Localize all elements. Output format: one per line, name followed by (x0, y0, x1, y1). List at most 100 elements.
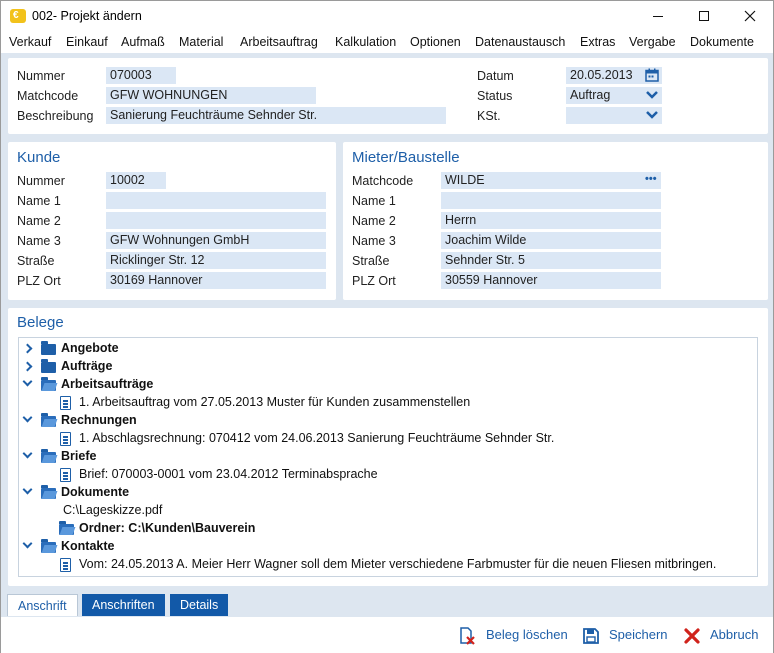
menu-dokumente[interactable]: Dokumente (690, 35, 754, 49)
chevron-down-icon[interactable] (22, 412, 33, 423)
mieter-plzort-field[interactable]: 30559 Hannover (441, 272, 661, 289)
menu-kalkulation[interactable]: Kalkulation (335, 35, 396, 49)
beschreibung-label: Beschreibung (17, 109, 94, 123)
belege-tree[interactable]: Angebote Aufträge Arbeitsaufträge 1. Arb… (18, 337, 758, 577)
kunde-name1-field[interactable] (106, 192, 326, 209)
chevron-down-icon[interactable] (645, 90, 659, 100)
menu-datenaustausch[interactable]: Datenaustausch (475, 35, 565, 49)
tree-item-brief[interactable]: Brief: 070003-0001 vom 23.04.2012 Termin… (79, 467, 378, 481)
mieter-title: Mieter/Baustelle (352, 149, 460, 166)
mieter-name2-field[interactable]: Herrn (441, 212, 661, 229)
tree-node-briefe[interactable]: Briefe (61, 449, 96, 463)
tab-anschrift[interactable]: Anschrift (7, 594, 78, 616)
tree-item-lageskizze[interactable]: C:\Lageskizze.pdf (63, 503, 162, 517)
kunde-plzort-field[interactable]: 30169 Hannover (106, 272, 326, 289)
delete-button[interactable]: Beleg löschen (486, 627, 568, 642)
cancel-button[interactable]: Abbruch (710, 627, 758, 642)
tree-node-rechnungen[interactable]: Rechnungen (61, 413, 137, 427)
chevron-down-icon[interactable] (22, 538, 33, 549)
tab-details[interactable]: Details (170, 594, 229, 616)
chevron-down-icon[interactable] (22, 376, 33, 387)
chevron-down-icon[interactable] (645, 110, 659, 120)
folder-open-icon (41, 485, 56, 499)
ellipsis-icon[interactable]: ••• (645, 173, 657, 185)
tree-node-arbeitsauftraege[interactable]: Arbeitsaufträge (61, 377, 153, 391)
kunde-title: Kunde (17, 149, 61, 166)
folder-open-icon (41, 413, 56, 427)
menu-einkauf[interactable]: Einkauf (66, 35, 108, 49)
tree-item-rechnung[interactable]: 1. Abschlagsrechnung: 070412 vom 24.06.2… (79, 431, 554, 445)
menu-material[interactable]: Material (179, 35, 223, 49)
kunde-name3-field[interactable]: GFW Wohnungen GmbH (106, 232, 326, 249)
beschreibung-field[interactable]: Sanierung Feuchträume Sehnder Str. (106, 107, 446, 124)
tree-node-angebote[interactable]: Angebote (61, 341, 119, 355)
tree-item-arbeitsauftrag[interactable]: 1. Arbeitsauftrag vom 27.05.2013 Muster … (79, 395, 470, 409)
tree-item-ordner[interactable]: Ordner: C:\Kunden\Bauverein (79, 521, 255, 535)
maximize-button[interactable] (681, 1, 727, 31)
document-icon (60, 396, 71, 410)
kunde-name2-field[interactable] (106, 212, 326, 229)
tree-node-dokumente[interactable]: Dokumente (61, 485, 129, 499)
mieter-name3-field[interactable]: Joachim Wilde (441, 232, 661, 249)
nummer-field[interactable]: 070003 (106, 67, 176, 84)
close-window-button[interactable] (727, 1, 773, 31)
mieter-name1-field[interactable] (441, 192, 661, 209)
footer-bar: Beleg löschen Speichern Abbruch (1, 617, 773, 653)
mieter-plzort-label: PLZ Ort (352, 274, 396, 288)
menu-optionen[interactable]: Optionen (410, 35, 461, 49)
close-icon[interactable] (683, 627, 701, 645)
tab-anschriften[interactable]: Anschriften (82, 594, 165, 616)
menu-bar: Verkauf Einkauf Aufmaß Material Arbeitsa… (1, 31, 773, 53)
delete-document-icon[interactable] (458, 627, 476, 645)
chevron-down-icon[interactable] (22, 484, 33, 495)
app-logo-icon: € (10, 9, 26, 23)
kunde-strasse-label: Straße (17, 254, 55, 268)
folder-open-icon (41, 377, 56, 391)
window-title: 002- Projekt ändern (32, 9, 142, 23)
tree-item-kontakt[interactable]: Vom: 24.05.2013 A. Meier Herr Wagner sol… (79, 557, 716, 571)
folder-open-icon (41, 539, 56, 553)
chevron-right-icon[interactable] (22, 361, 33, 372)
kunde-panel: Kunde Nummer 10002 Name 1 Name 2 Name 3 … (8, 142, 336, 300)
status-label: Status (477, 89, 513, 103)
menu-arbeitsauftrag[interactable]: Arbeitsauftrag (240, 35, 318, 49)
minimize-button[interactable] (635, 1, 681, 31)
mieter-matchcode-label: Matchcode (352, 174, 414, 188)
nummer-label: Nummer (17, 69, 65, 83)
mieter-panel: Mieter/Baustelle Matchcode WILDE ••• Nam… (343, 142, 768, 300)
tab-bar: Anschrift Anschriften Details (1, 591, 773, 617)
menu-verkauf[interactable]: Verkauf (9, 35, 51, 49)
document-icon (60, 432, 71, 446)
document-icon (60, 558, 71, 572)
tree-node-auftraege[interactable]: Aufträge (61, 359, 112, 373)
app-window: € 002- Projekt ändern Verkauf Einkauf Au… (0, 0, 774, 653)
datum-label: Datum (477, 69, 514, 83)
folder-icon (41, 359, 56, 373)
mieter-name3-label: Name 3 (352, 234, 396, 248)
mieter-matchcode-field[interactable]: WILDE (441, 172, 661, 189)
mieter-strasse-label: Straße (352, 254, 390, 268)
calendar-icon[interactable] (645, 68, 659, 82)
kunde-strasse-field[interactable]: Ricklinger Str. 12 (106, 252, 326, 269)
save-icon[interactable] (582, 627, 600, 645)
kunde-nummer-field[interactable]: 10002 (106, 172, 166, 189)
matchcode-label: Matchcode (17, 89, 79, 103)
kunde-plzort-label: PLZ Ort (17, 274, 61, 288)
kunde-nummer-label: Nummer (17, 174, 65, 188)
folder-open-icon (59, 521, 74, 535)
menu-extras[interactable]: Extras (580, 35, 615, 49)
chevron-down-icon[interactable] (22, 448, 33, 459)
chevron-right-icon[interactable] (22, 343, 33, 354)
mieter-strasse-field[interactable]: Sehnder Str. 5 (441, 252, 661, 269)
matchcode-field[interactable]: GFW WOHNUNGEN (106, 87, 316, 104)
project-header-panel: Nummer 070003 Matchcode GFW WOHNUNGEN Be… (8, 58, 768, 134)
save-button[interactable]: Speichern (609, 627, 668, 642)
kunde-name3-label: Name 3 (17, 234, 61, 248)
kunde-name1-label: Name 1 (17, 194, 61, 208)
mieter-name1-label: Name 1 (352, 194, 396, 208)
tree-node-kontakte[interactable]: Kontakte (61, 539, 114, 553)
title-bar: € 002- Projekt ändern (1, 1, 773, 31)
menu-aufmass[interactable]: Aufmaß (121, 35, 165, 49)
menu-vergabe[interactable]: Vergabe (629, 35, 676, 49)
belege-title: Belege (17, 314, 64, 331)
